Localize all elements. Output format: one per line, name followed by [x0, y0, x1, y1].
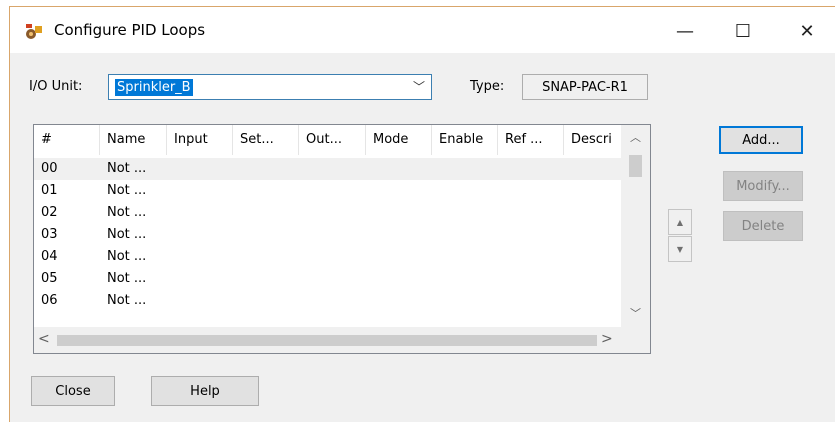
row-number: 00 [41, 161, 58, 176]
configure-pid-loops-dialog: Configure PID Loops — ☐ ✕ I/O Unit: Spri… [9, 6, 835, 422]
chevron-down-icon[interactable]: ﹀ [413, 78, 425, 95]
row-number: 01 [41, 183, 58, 198]
move-down-button[interactable]: ▼ [668, 236, 692, 262]
row-name: Not ... [107, 293, 147, 308]
table-row[interactable]: 06 Not ... [34, 290, 621, 327]
table-row[interactable]: 00 Not ... [34, 158, 621, 180]
table-row[interactable]: 05 Not ... [34, 268, 621, 290]
row-name: Not ... [107, 205, 147, 220]
column-header-number[interactable]: # [34, 125, 100, 155]
column-header-description[interactable]: Descri [564, 125, 621, 155]
scroll-right-icon[interactable]: > [601, 331, 613, 347]
column-header-reference[interactable]: Ref ... [498, 125, 564, 155]
io-unit-selected-value: Sprinkler_B [115, 79, 193, 96]
move-up-button[interactable]: ▲ [668, 209, 692, 235]
minimize-button[interactable]: — [662, 15, 708, 47]
column-header-output[interactable]: Out... [299, 125, 366, 155]
pid-loops-list[interactable]: # Name Input Set... Out... Mode Enable R… [33, 124, 651, 354]
row-number: 02 [41, 205, 58, 220]
title-bar: Configure PID Loops — ☐ ✕ [10, 7, 835, 53]
move-up-icon: ▲ [676, 217, 684, 227]
column-header-name[interactable]: Name [100, 125, 167, 155]
column-header-input[interactable]: Input [167, 125, 233, 155]
row-name: Not ... [107, 227, 147, 242]
row-name: Not ... [107, 271, 147, 286]
table-row[interactable]: 03 Not ... [34, 224, 621, 246]
table-row[interactable]: 01 Not ... [34, 180, 621, 202]
row-number: 06 [41, 293, 58, 308]
move-down-icon: ▼ [676, 244, 684, 254]
row-number: 05 [41, 271, 58, 286]
io-unit-label: I/O Unit: [29, 79, 83, 94]
type-value: SNAP-PAC-R1 [542, 79, 628, 95]
close-window-button[interactable]: ✕ [784, 15, 830, 47]
io-unit-dropdown[interactable]: Sprinkler_B ﹀ [108, 74, 432, 100]
maximize-button[interactable]: ☐ [720, 15, 766, 47]
list-header: # Name Input Set... Out... Mode Enable R… [34, 125, 621, 155]
row-number: 03 [41, 227, 58, 242]
row-number: 04 [41, 249, 58, 264]
modify-button[interactable]: Modify... [723, 171, 803, 201]
close-button[interactable]: Close [31, 376, 115, 406]
vertical-scrollbar[interactable]: ︿ ﹀ [621, 125, 650, 327]
horizontal-scroll-thumb[interactable] [57, 335, 597, 346]
delete-button[interactable]: Delete [723, 211, 803, 241]
horizontal-scrollbar[interactable]: < > [34, 327, 621, 353]
window-title: Configure PID Loops [54, 21, 206, 39]
pid-app-icon [26, 24, 42, 39]
table-row[interactable]: 02 Not ... [34, 202, 621, 224]
row-name: Not ... [107, 183, 147, 198]
type-label: Type: [470, 79, 505, 94]
scroll-down-icon[interactable]: ﹀ [621, 305, 650, 321]
add-button[interactable]: Add... [719, 126, 803, 154]
table-row[interactable]: 04 Not ... [34, 246, 621, 268]
vertical-scroll-thumb[interactable] [629, 155, 642, 177]
row-name: Not ... [107, 161, 147, 176]
scroll-up-icon[interactable]: ︿ [621, 129, 650, 145]
help-button[interactable]: Help [151, 376, 259, 406]
column-header-setpoint[interactable]: Set... [233, 125, 299, 155]
scroll-left-icon[interactable]: < [38, 331, 50, 347]
type-value-field: SNAP-PAC-R1 [522, 74, 648, 100]
column-header-enable[interactable]: Enable [432, 125, 498, 155]
column-header-mode[interactable]: Mode [366, 125, 432, 155]
row-name: Not ... [107, 249, 147, 264]
scrollbar-corner [621, 327, 650, 353]
